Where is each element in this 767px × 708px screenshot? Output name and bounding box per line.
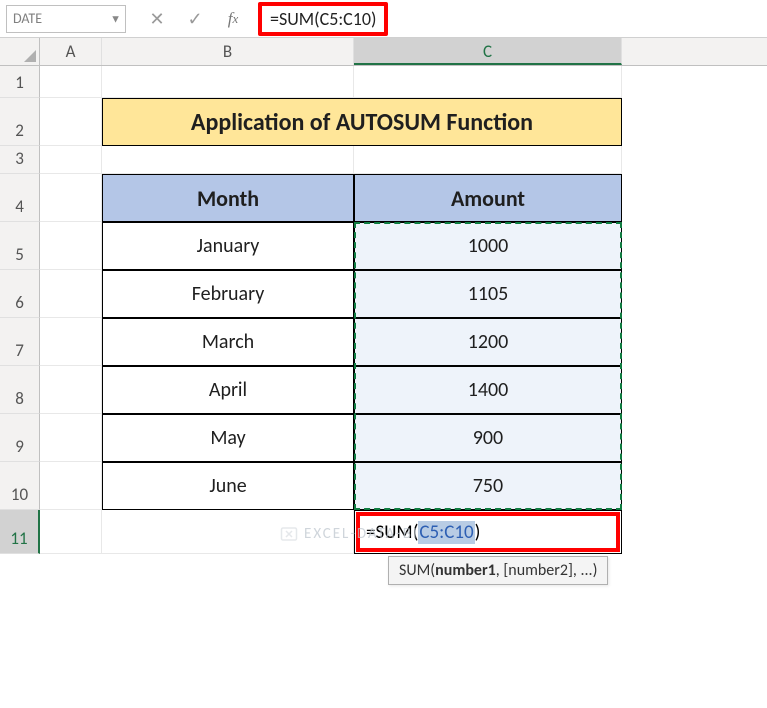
- table-cell-month[interactable]: January: [102, 222, 354, 270]
- table-header-amount[interactable]: Amount: [354, 174, 622, 222]
- watermark-text: EXCEL-DATA-BI: [304, 525, 419, 543]
- row-header[interactable]: 4: [0, 174, 40, 222]
- cell[interactable]: [40, 414, 102, 462]
- function-tooltip: SUM(number1, [number2], ...): [388, 556, 608, 585]
- formula-bar: DATE ▼ ✕ ✓ fx =SUM(C5:C10): [0, 0, 767, 38]
- enter-icon[interactable]: ✓: [176, 5, 214, 33]
- tooltip-rest: , [number2], ...): [496, 561, 598, 580]
- formula-suffix: ): [475, 521, 481, 544]
- cell[interactable]: [40, 462, 102, 510]
- table-cell-month[interactable]: June: [102, 462, 354, 510]
- cell[interactable]: [354, 146, 622, 174]
- table-cell-month[interactable]: April: [102, 366, 354, 414]
- table-cell-amount[interactable]: 750: [354, 462, 622, 510]
- cell[interactable]: [354, 66, 622, 98]
- cell[interactable]: [40, 510, 102, 554]
- row-header[interactable]: 3: [0, 146, 40, 174]
- table-cell-amount[interactable]: 900: [354, 414, 622, 462]
- table-cell-amount[interactable]: 1000: [354, 222, 622, 270]
- formula-range: C5:C10: [418, 521, 474, 544]
- row-header[interactable]: 10: [0, 462, 40, 510]
- name-box-value: DATE: [13, 10, 42, 27]
- table-cell-amount[interactable]: 1200: [354, 318, 622, 366]
- cell[interactable]: [40, 318, 102, 366]
- cell[interactable]: [102, 66, 354, 98]
- table-cell-month[interactable]: May: [102, 414, 354, 462]
- table-cell-month[interactable]: February: [102, 270, 354, 318]
- row-header[interactable]: 2: [0, 98, 40, 146]
- table-cell-amount[interactable]: 1400: [354, 366, 622, 414]
- cell[interactable]: [40, 270, 102, 318]
- excel-icon: [280, 525, 298, 543]
- row-header[interactable]: 5: [0, 222, 40, 270]
- formula-text: =SUM(C5:C10): [258, 2, 388, 36]
- chevron-down-icon[interactable]: ▼: [110, 12, 121, 25]
- row-header[interactable]: 9: [0, 414, 40, 462]
- watermark: EXCEL-DATA-BI: [280, 525, 419, 543]
- column-headers: A B C: [0, 38, 767, 66]
- cell[interactable]: [40, 98, 102, 146]
- row-header[interactable]: 6: [0, 270, 40, 318]
- cell[interactable]: [40, 222, 102, 270]
- cancel-icon[interactable]: ✕: [138, 5, 176, 33]
- fx-icon[interactable]: fx: [214, 5, 252, 33]
- name-box[interactable]: DATE ▼: [6, 5, 126, 33]
- tooltip-fn: SUM(: [399, 561, 435, 580]
- row-header[interactable]: 11: [0, 510, 40, 554]
- select-all-corner[interactable]: [0, 38, 40, 65]
- table-header-month[interactable]: Month: [102, 174, 354, 222]
- formula-input[interactable]: =SUM(C5:C10): [252, 5, 761, 33]
- col-header-b[interactable]: B: [102, 38, 354, 65]
- col-header-a[interactable]: A: [40, 38, 102, 65]
- table-cell-month[interactable]: March: [102, 318, 354, 366]
- col-header-c[interactable]: C: [354, 38, 622, 65]
- page-title: Application of AUTOSUM Function: [102, 98, 622, 146]
- cell[interactable]: [40, 146, 102, 174]
- table-cell-amount[interactable]: 1105: [354, 270, 622, 318]
- cell[interactable]: [102, 146, 354, 174]
- row-header[interactable]: 7: [0, 318, 40, 366]
- spreadsheet-grid: 1 2 Application of AUTOSUM Function 3 4 …: [0, 66, 767, 554]
- cell[interactable]: [40, 174, 102, 222]
- cell[interactable]: [40, 366, 102, 414]
- cell[interactable]: [40, 66, 102, 98]
- row-header[interactable]: 1: [0, 66, 40, 98]
- row-header[interactable]: 8: [0, 366, 40, 414]
- tooltip-arg1: number1: [435, 561, 496, 580]
